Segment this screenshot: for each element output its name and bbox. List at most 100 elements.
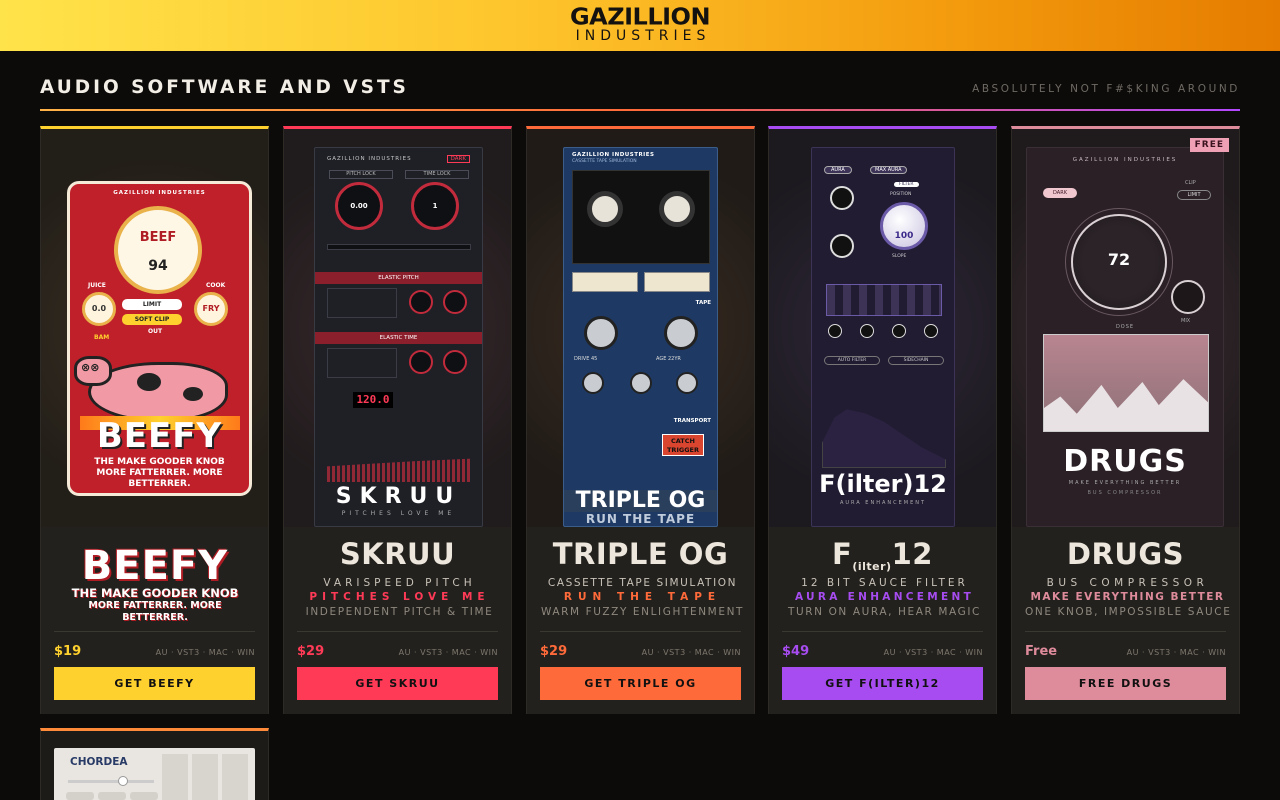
vu-meter-left xyxy=(572,272,638,292)
max-aura-toggle: MAX AURA xyxy=(870,166,907,174)
beef-knob-label: BEEF xyxy=(139,230,177,245)
time-lock-button: TIME LOCK xyxy=(405,170,469,179)
filter-art-sub: AURA ENHANCEMENT xyxy=(839,500,927,506)
product-info: TRIPLE OG CASSETTE TAPE SIMULATION RUN T… xyxy=(527,527,754,714)
age-value: 22YR xyxy=(667,356,681,362)
product-card-beefy[interactable]: GAZILLION INDUSTRIES BEEF 94 JUICE 0.0 C… xyxy=(40,126,269,714)
brand-subname: INDUSTRIES xyxy=(575,28,711,44)
product-card-chordea[interactable]: CHORDEA xyxy=(40,728,269,800)
drive-knob xyxy=(584,316,618,350)
get-filter12-button[interactable]: GET F(ILTER)12 xyxy=(782,667,983,700)
card-divider xyxy=(782,631,983,632)
product-subtitle: BUS COMPRESSOR xyxy=(1046,577,1209,589)
time-knob: 1 xyxy=(411,182,459,230)
juice-label: JUICE xyxy=(88,282,106,289)
pitch-histogram xyxy=(327,458,471,482)
product-description: INDEPENDENT PITCH & TIME xyxy=(305,606,494,618)
product-card-triple-og[interactable]: GAZILLION INDUSTRIES CASSETTE TAPE SIMUL… xyxy=(526,126,755,714)
product-art: GAZILLION INDUSTRIES DARK CLIP LIMIT 72 … xyxy=(1012,129,1239,527)
drugs-maker: GAZILLION INDUSTRIES xyxy=(1072,157,1178,163)
spectrum-display xyxy=(822,409,946,468)
product-description: ONE KNOB, IMPOSSIBLE SAUCE xyxy=(1025,606,1230,618)
product-price: Free xyxy=(1025,644,1058,659)
card-divider xyxy=(1025,631,1226,632)
dose-knob: 72 xyxy=(1071,214,1167,310)
cook-label: COOK xyxy=(206,282,226,289)
limit-pill: LIMIT xyxy=(122,299,182,310)
chordea-plugin-preview: CHORDEA xyxy=(54,748,255,800)
sidechain-button: SIDECHAIN xyxy=(888,356,944,365)
age-label: AGE 22YR xyxy=(656,356,681,362)
product-subtitle: 12 BIT SAUCE FILTER xyxy=(801,577,968,589)
get-skruu-button[interactable]: GET SKRUU xyxy=(297,667,498,700)
beefy-logo-title: BEEFY THE MAKE GOODER KNOB MORE FATTERRE… xyxy=(55,545,255,624)
drive-name: DRIVE xyxy=(574,356,590,362)
brand-logo[interactable]: GAZILLION INDUSTRIES xyxy=(0,5,1280,43)
product-card-skruu[interactable]: GAZILLION INDUSTRIES DARK PITCH LOCK TIM… xyxy=(283,126,512,714)
product-slogan: MAKE EVERYTHING BETTER xyxy=(1030,591,1225,603)
card-divider xyxy=(54,631,255,632)
elastic-time-header: ELASTIC TIME xyxy=(315,332,482,344)
drugs-art-title: DRUGS xyxy=(1063,444,1187,479)
og-art-title: TRIPLE OG xyxy=(564,490,717,512)
drive-label: DRIVE 45 xyxy=(574,356,597,362)
platform-list: AU · VST3 · MAC · WIN xyxy=(1126,648,1226,657)
og-sub: CASSETTE TAPE SIMULATION xyxy=(572,159,637,164)
product-info: DRUGS BUS COMPRESSOR MAKE EVERYTHING BET… xyxy=(1012,527,1239,714)
product-art: GAZILLION INDUSTRIES BEEF 94 JUICE 0.0 C… xyxy=(41,129,268,527)
mix-label: MIX xyxy=(1181,318,1191,324)
mix-knob xyxy=(1171,280,1205,314)
pitch-lock-button: PITCH LOCK xyxy=(329,170,393,179)
chordea-art-title: CHORDEA xyxy=(70,756,128,768)
get-triple-og-button[interactable]: GET TRIPLE OG xyxy=(540,667,741,700)
product-price: $49 xyxy=(782,644,810,659)
vu-meter-right xyxy=(644,272,710,292)
beef-knob: BEEF 94 xyxy=(114,206,202,294)
dose-label: DOSE xyxy=(1115,324,1135,330)
beefy-art-tagline: THE MAKE GOODER KNOB MORE FATTERRER. MOR… xyxy=(70,457,249,490)
skruu-mode-badge: DARK xyxy=(446,155,470,163)
filter-position-knob: 100 xyxy=(880,202,928,250)
product-price: $29 xyxy=(297,644,325,659)
beefy-maker: GAZILLION INDUSTRIES xyxy=(113,190,206,196)
aura-toggle: AURA xyxy=(824,166,852,174)
product-price: $19 xyxy=(54,644,82,659)
age-name: AGE xyxy=(656,356,667,362)
elastic-pitch-header: ELASTIC PITCH xyxy=(315,272,482,284)
drugs-art-sub2: BUS COMPRESSOR xyxy=(1087,490,1163,496)
card-divider xyxy=(297,631,498,632)
product-name: DRUGS xyxy=(1066,537,1185,571)
free-drugs-button[interactable]: FREE DRUGS xyxy=(1025,667,1226,700)
beefy-title-text: BEEFY xyxy=(81,543,229,589)
product-info: BEEFY THE MAKE GOODER KNOB MORE FATTERRE… xyxy=(41,527,268,714)
compression-graph xyxy=(1043,334,1209,432)
get-beefy-button[interactable]: GET BEEFY xyxy=(54,667,255,700)
tape-section-label: TAPE xyxy=(695,300,711,306)
filter-art-title: F(ilter)12 xyxy=(819,470,947,498)
soft-clip-pill: SOFT CLIP xyxy=(122,314,182,325)
chord-grid xyxy=(162,754,252,800)
product-name: TRIPLE OG xyxy=(552,537,729,571)
beefy-title-tag2: MORE FATTERRER. MORE BETTERRER. xyxy=(88,600,222,623)
skruu-art-sub: PITCHES LOVE ME xyxy=(341,510,456,517)
beefy-art-tag1: THE MAKE GOODER KNOB xyxy=(94,457,225,467)
catch-trigger-button: CATCH TRIGGER xyxy=(662,434,704,456)
og-maker: GAZILLION INDUSTRIES xyxy=(572,152,655,158)
dark-mode-pill: DARK xyxy=(1043,188,1077,198)
beef-knob-value: 94 xyxy=(148,258,168,274)
bpm-display: 120.0 xyxy=(353,392,393,408)
cassette-reels xyxy=(572,170,710,264)
bam-label: BAM xyxy=(94,334,110,341)
transport-label: TRANSPORT xyxy=(673,418,711,424)
product-card-filter12[interactable]: AURA MAX AURA FILTER POSITION 100 SLOPE … xyxy=(768,126,997,714)
varispeed-slider xyxy=(327,244,471,250)
skruu-plugin-preview: GAZILLION INDUSTRIES DARK PITCH LOCK TIM… xyxy=(314,147,483,527)
skruu-art-title: SKRUU xyxy=(335,484,462,509)
cook-knob: FRY xyxy=(194,292,228,326)
product-info: SKRUU VARISPEED PITCH PITCHES LOVE ME IN… xyxy=(284,527,511,714)
filter12-plugin-preview: AURA MAX AURA FILTER POSITION 100 SLOPE … xyxy=(811,147,955,527)
product-card-drugs[interactable]: GAZILLION INDUSTRIES DARK CLIP LIMIT 72 … xyxy=(1011,126,1240,714)
auto-filter-button: AUTO FILTER xyxy=(824,356,880,365)
section-divider xyxy=(40,109,1240,111)
section-tagline: ABSOLUTELY NOT F#$KING AROUND xyxy=(972,83,1240,95)
